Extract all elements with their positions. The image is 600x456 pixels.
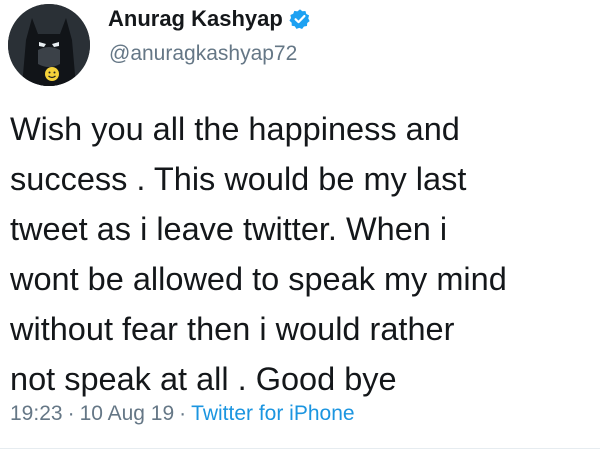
author-display-name[interactable]: Anurag Kashyap [108, 6, 283, 32]
meta-separator: · [179, 402, 187, 425]
tweet-date[interactable]: 10 Aug 19 [80, 402, 175, 426]
author-avatar[interactable] [8, 4, 90, 86]
author-handle[interactable]: @anuragkashyap72 [109, 42, 297, 66]
tweet-text: Wish you all the happiness and success .… [10, 111, 507, 397]
tweet-source-link[interactable]: Twitter for iPhone [191, 402, 354, 426]
tweet-meta: 19:23 · 10 Aug 19 · Twitter for iPhone [10, 402, 355, 426]
tweet-time[interactable]: 19:23 [10, 402, 63, 426]
divider [0, 448, 600, 449]
author-name-row: Anurag Kashyap [108, 4, 311, 34]
batman-avatar-icon [8, 4, 90, 86]
meta-separator: · [67, 402, 75, 425]
verified-badge-icon [289, 8, 311, 30]
tweet-card: Anurag Kashyap @anuragkashyap72 Wish you… [0, 0, 600, 456]
